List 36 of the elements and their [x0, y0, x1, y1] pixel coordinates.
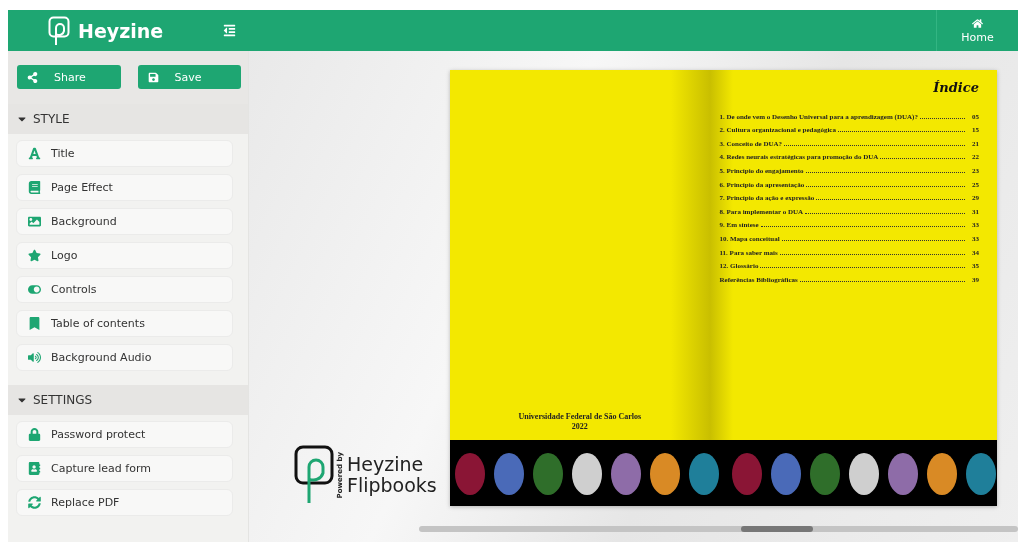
bookmark-icon — [27, 317, 41, 330]
menu-item[interactable]: Logo — [16, 242, 233, 269]
collapse-menu-icon[interactable] — [221, 22, 238, 39]
menu-item[interactable]: Replace PDF — [16, 489, 233, 516]
menu-item[interactable]: Capture lead form — [16, 455, 233, 482]
menu-item[interactable]: Password protect — [16, 421, 233, 448]
star-icon — [27, 249, 41, 262]
institution-name: Universidade Federal de São Carlos — [518, 412, 642, 422]
brand-name: Heyzine — [78, 19, 164, 42]
save-icon — [147, 71, 159, 83]
brand-name: Flipbooks — [347, 475, 437, 496]
year-text: 2022 — [571, 422, 588, 432]
image-icon — [27, 215, 41, 228]
lock-icon — [27, 428, 41, 441]
brand-name: Heyzine — [347, 454, 425, 475]
letter-icon — [27, 147, 41, 160]
bird-logo-icon — [48, 15, 70, 46]
contact-card-icon — [27, 462, 41, 475]
menu-item[interactable]: Background — [16, 208, 233, 235]
toggle-icon — [27, 283, 41, 296]
menu-item[interactable]: Table of contents — [16, 310, 233, 337]
refresh-icon — [27, 496, 41, 509]
menu-item[interactable]: Page Effect — [16, 174, 233, 201]
page-heading: Índice — [933, 80, 979, 95]
book-icon — [27, 181, 41, 194]
flipbook[interactable] — [450, 70, 997, 506]
menu-item[interactable]: Background Audio — [16, 344, 233, 371]
share-icon — [27, 71, 38, 83]
horizontal-scrollbar[interactable] — [419, 526, 1018, 532]
home-icon — [972, 17, 983, 29]
menu-item[interactable]: Controls — [16, 276, 233, 303]
speaker-icon — [27, 351, 41, 364]
bird-logo-icon — [294, 445, 334, 505]
section-header[interactable]: SETTINGS — [8, 385, 248, 415]
section-header[interactable]: STYLE — [8, 104, 248, 134]
menu-item[interactable]: Title — [16, 140, 233, 167]
